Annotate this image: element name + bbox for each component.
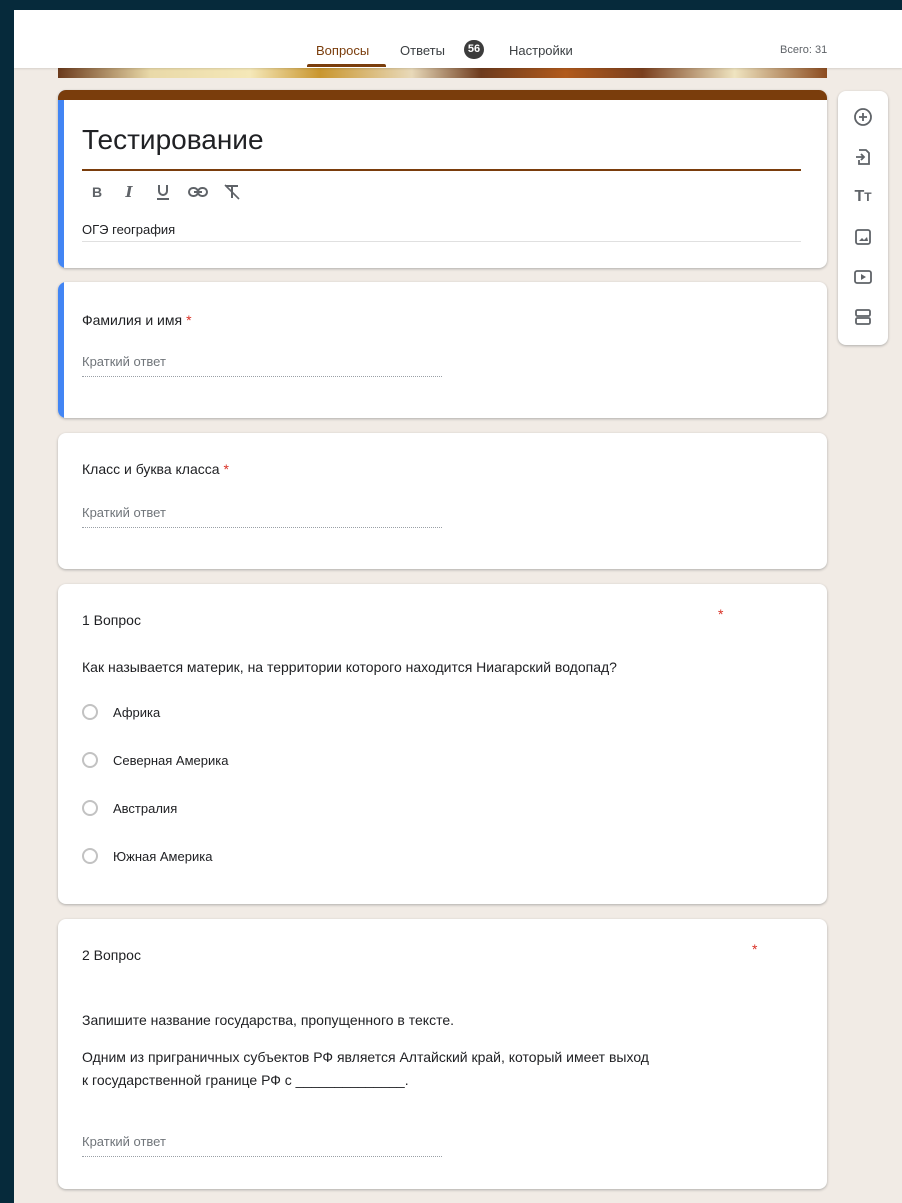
top-bar: Вопросы Ответы 56 Настройки Всего: 31: [14, 10, 902, 68]
option-north-america[interactable]: Северная Америка: [82, 750, 228, 770]
add-title-icon[interactable]: TT: [851, 185, 875, 209]
required-asterisk: *: [718, 606, 724, 622]
option-label: Северная Америка: [113, 752, 229, 768]
import-questions-icon[interactable]: [851, 145, 875, 169]
question-card-2[interactable]: 2 Вопрос * Запишите название государства…: [58, 919, 827, 1189]
question-card-1[interactable]: 1 Вопрос * Как называется материк, на те…: [58, 584, 827, 904]
form-description[interactable]: ОГЭ география: [82, 222, 175, 237]
question-card-class[interactable]: Класс и буква класса * Краткий ответ: [58, 433, 827, 569]
title-underline: [82, 169, 801, 171]
option-label: Южная Америка: [113, 848, 213, 864]
question-title: Фамилия и имя *: [82, 312, 192, 328]
required-asterisk: *: [223, 461, 229, 477]
question-title: Класс и буква класса *: [82, 461, 229, 477]
short-answer-line: [82, 376, 442, 377]
question-title-text: Фамилия и имя: [82, 312, 183, 328]
radio-button[interactable]: [82, 848, 98, 864]
active-tab-indicator: [307, 64, 386, 67]
link-icon[interactable]: [188, 182, 208, 202]
short-answer-line: [82, 527, 442, 528]
required-asterisk: *: [186, 312, 192, 328]
question-title: 2 Вопрос: [82, 947, 141, 963]
total-points: Всего: 31: [780, 44, 828, 56]
responses-count-badge: 56: [464, 40, 484, 59]
underline-icon[interactable]: [153, 182, 173, 202]
option-label: Австралия: [113, 800, 178, 816]
question-card-name[interactable]: Фамилия и имя * Краткий ответ: [58, 282, 827, 418]
header-image: [58, 68, 827, 78]
form-title[interactable]: Тестирование: [82, 124, 264, 156]
question-instruction: Запишите название государства, пропущенн…: [82, 1012, 455, 1028]
short-answer-placeholder: Краткий ответ: [82, 354, 166, 369]
add-question-icon[interactable]: [851, 105, 875, 129]
radio-button[interactable]: [82, 752, 98, 768]
add-image-icon[interactable]: [851, 225, 875, 249]
question-title-text: Класс и буква класса: [82, 461, 220, 477]
short-answer-placeholder: Краткий ответ: [82, 1134, 166, 1149]
tab-settings[interactable]: Настройки: [509, 43, 573, 58]
tab-responses[interactable]: Ответы: [400, 43, 445, 58]
add-video-icon[interactable]: [851, 265, 875, 289]
short-answer-line: [82, 1156, 442, 1157]
option-south-america[interactable]: Южная Америка: [82, 846, 212, 866]
option-africa[interactable]: Африка: [82, 702, 160, 722]
question-text: Как называется материк, на территории ко…: [82, 659, 617, 675]
radio-button[interactable]: [82, 704, 98, 720]
italic-icon[interactable]: I: [119, 182, 139, 202]
question-text-line: Одним из приграничных субъектов РФ являе…: [82, 1049, 649, 1065]
required-asterisk: *: [752, 941, 758, 957]
description-underline: [82, 241, 801, 242]
radio-button[interactable]: [82, 800, 98, 816]
short-answer-placeholder: Краткий ответ: [82, 505, 166, 520]
form-editor-screen: Вопросы Ответы 56 Настройки Всего: 31 Те…: [14, 10, 902, 1203]
clear-format-icon[interactable]: [222, 182, 242, 202]
theme-stripe: [58, 90, 827, 100]
bold-icon[interactable]: B: [87, 182, 107, 202]
tab-questions[interactable]: Вопросы: [316, 43, 369, 58]
form-title-card[interactable]: Тестирование B I ОГЭ география: [58, 90, 827, 268]
question-title: 1 Вопрос: [82, 612, 141, 628]
option-australia[interactable]: Австралия: [82, 798, 177, 818]
side-toolbar: TT: [838, 91, 888, 345]
add-section-icon[interactable]: [851, 305, 875, 329]
question-text-line: к государственной границе РФ с _________…: [82, 1072, 409, 1088]
option-label: Африка: [113, 704, 161, 720]
